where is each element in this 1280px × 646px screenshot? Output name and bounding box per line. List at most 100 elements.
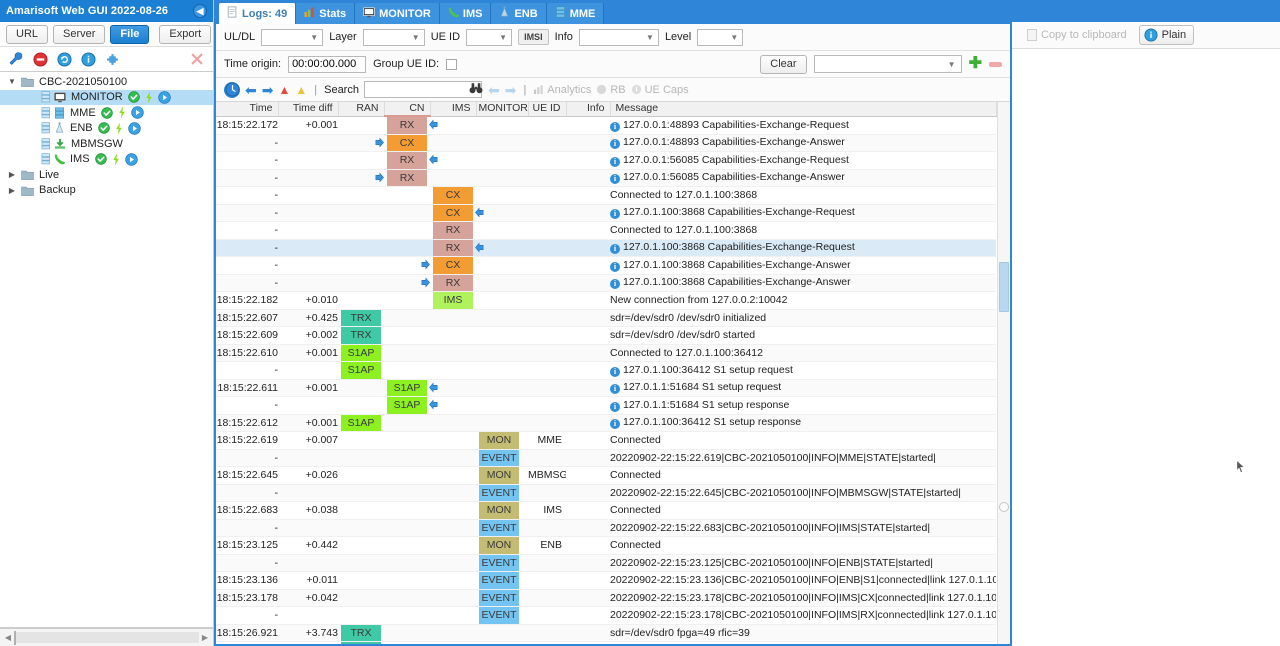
table-row[interactable]: - CX i 127.0.1.100:3868 Capabilities-Exchan… <box>216 256 996 275</box>
export-button[interactable]: Export <box>159 24 212 44</box>
table-row[interactable]: 18:15:22.612 +0.001 S1AP i 127.0.1.100:36412… <box>216 414 996 432</box>
table-row[interactable]: - EVENT 20220902-22:15:22.619|CBC-20210501… <box>216 449 996 467</box>
table-row[interactable]: - RX Connected to 127.0.1.100:3868 <box>216 221 996 240</box>
close-icon[interactable] <box>187 50 207 69</box>
scroll-left-icon[interactable]: ◀ <box>2 633 14 642</box>
config-tree[interactable]: ▼ CBC-2021050100 MONITOR MME ENB MBMSGW IMS ▶ Li… <box>0 72 213 628</box>
error-triangle-icon[interactable]: ▲ <box>278 83 290 97</box>
level-select[interactable]: ▼ <box>697 28 744 46</box>
table-row[interactable]: 18:15:22.609 +0.002 TRX sdr=/dev/sdr0 /dev/… <box>216 326 996 345</box>
table-row[interactable]: - CX Connected to 127.0.1.100:3868 <box>216 186 996 205</box>
analytics-button[interactable]: Analytics <box>533 84 591 96</box>
info-icon[interactable] <box>78 50 98 69</box>
scroll-thumb[interactable] <box>14 631 16 645</box>
preset-select[interactable]: ▼ <box>813 55 962 73</box>
column-header-ran[interactable]: RAN <box>338 102 385 117</box>
column-header-time-diff[interactable]: Time diff <box>278 102 339 117</box>
table-row[interactable]: 18:15:22.619 +0.007 MON MME Connected <box>216 431 996 450</box>
table-row[interactable]: 18:15:22.172 +0.001 RX i 127.0.0.1:48893 Cap… <box>216 116 996 135</box>
column-header-cn[interactable]: CN <box>384 102 431 117</box>
tree-item-mme[interactable]: MME <box>0 105 213 121</box>
table-row[interactable]: 18:15:22.611 +0.001 S1AP i 127.0.1.1:51684 S… <box>216 379 996 397</box>
url-button[interactable]: URL <box>6 24 49 44</box>
chevron-right-icon[interactable]: ▶ <box>6 170 18 179</box>
table-row[interactable]: - S1AP i 127.0.1.1:51684 S1 setup response <box>216 396 996 415</box>
table-row[interactable]: - RX i 127.0.1.100:3868 Capabilities-Exchan… <box>216 274 996 292</box>
tree-item-cbc-2021050100[interactable]: ▼ CBC-2021050100 <box>0 74 213 90</box>
log-table-body[interactable]: 18:15:22.172 +0.001 RX i 127.0.0.1:48893 Cap… <box>216 116 996 644</box>
plus-icon[interactable]: ✚ <box>969 56 982 72</box>
tab-bar[interactable]: Logs: 49 Stats MONITOR IMS ENB MME <box>216 2 1010 24</box>
table-row[interactable]: 18:15:22.645+0.026 MON MBMSGW Connected <box>216 466 996 485</box>
table-row[interactable]: - EVENT 20220902-22:15:22.645|CBC-20210501… <box>216 484 996 502</box>
table-row[interactable]: - CX i 127.0.0.1:48893 Capabilities-Exchang… <box>216 134 996 152</box>
table-row[interactable]: - RX i 127.0.0.1:56085 Capabilities-Exchang… <box>216 169 996 187</box>
scroll-right-icon[interactable]: ▶ <box>199 633 211 642</box>
stop-icon[interactable] <box>30 50 50 69</box>
sidebar-horizontal-scrollbar[interactable]: ◀ ▶ <box>0 628 213 646</box>
uldl-select[interactable]: ▼ <box>261 28 324 46</box>
tab-enb[interactable]: ENB <box>491 3 547 24</box>
file-button[interactable]: File <box>110 24 150 44</box>
column-header-message[interactable]: Message <box>610 102 997 117</box>
table-row[interactable]: 18:15:22.607 +0.425 TRX sdr=/dev/sdr0 /dev/… <box>216 309 996 327</box>
arrow-left-icon[interactable]: ⬅ <box>245 83 257 97</box>
clock-icon[interactable] <box>224 81 240 98</box>
table-row[interactable]: - EVENT 20220902-22:15:22.683|CBC-20210501… <box>216 519 996 537</box>
clear-button[interactable]: Clear <box>760 54 807 74</box>
binoculars-icon[interactable] <box>469 82 483 98</box>
table-row[interactable]: - EVENT 20220902-22:15:23.178|CBC-20210501… <box>216 606 996 625</box>
imsi-button[interactable]: IMSI <box>518 29 549 45</box>
tab-mme[interactable]: MME <box>546 3 605 24</box>
scroll-resize-handle[interactable] <box>999 502 1009 512</box>
tree-item-live[interactable]: ▶ Live <box>0 167 213 183</box>
time-origin-input[interactable] <box>288 55 367 73</box>
tree-item-ims[interactable]: IMS <box>0 152 213 168</box>
tab-ims[interactable]: IMS <box>439 3 492 24</box>
search-next-icon[interactable]: ➡ <box>505 83 517 97</box>
status-play-icon[interactable] <box>124 153 138 166</box>
table-row[interactable]: - EVENT 20220902-22:15:23.125|CBC-20210501… <box>216 554 996 572</box>
refresh-icon[interactable] <box>54 50 74 69</box>
table-row[interactable]: - CX i 127.0.1.100:3868 Capabilities-Exchan… <box>216 204 996 222</box>
copy-to-clipboard-button[interactable]: Copy to clipboard <box>1022 26 1132 44</box>
tab-monitor[interactable]: MONITOR <box>355 3 440 24</box>
table-row[interactable]: 18:15:22.610 +0.001 S1AP Connected to 127.0… <box>216 344 996 362</box>
status-play-icon[interactable] <box>130 106 144 119</box>
table-row[interactable]: 18:15:22.182 +0.010 IMS New connection from… <box>216 291 996 310</box>
plain-button[interactable]: Plain <box>1138 25 1195 45</box>
wrench-icon[interactable] <box>6 50 26 69</box>
info-select[interactable]: ▼ <box>578 28 659 46</box>
table-row[interactable]: 18:15:22.683 +0.038 MON IMS Connected <box>216 501 996 520</box>
table-row[interactable]: 18:15:26.921 +3.743 TRX sdr=/dev/sdr0 fpga=… <box>216 624 996 642</box>
chevron-right-icon[interactable]: ▶ <box>6 186 18 195</box>
tree-item-enb[interactable]: ENB <box>0 121 213 137</box>
plugin-icon[interactable] <box>102 50 122 69</box>
tab-stats[interactable]: Stats <box>296 3 356 24</box>
arrow-right-icon[interactable]: ➡ <box>262 83 274 97</box>
column-header-monitor[interactable]: MONITOR <box>476 102 529 117</box>
status-play-icon[interactable] <box>158 91 171 104</box>
server-button[interactable]: Server <box>53 24 106 44</box>
column-header-ims[interactable]: IMS <box>430 102 477 117</box>
warning-triangle-icon[interactable]: ▲ <box>295 83 307 97</box>
column-header-ue-id[interactable]: UE ID <box>528 102 567 117</box>
rb-button[interactable]: RB <box>596 84 626 96</box>
log-vertical-scrollbar[interactable] <box>997 102 1010 644</box>
scroll-track[interactable] <box>14 631 199 645</box>
minus-icon[interactable] <box>989 61 1002 67</box>
tree-item-monitor[interactable]: MONITOR <box>0 89 213 105</box>
column-header-time[interactable]: Time <box>216 102 279 117</box>
chevron-down-icon[interactable]: ▼ <box>6 77 18 86</box>
column-header-info[interactable]: Info <box>566 102 611 117</box>
table-row[interactable]: 18:15:23.125 +0.442 MON ENB Connected <box>216 536 996 555</box>
table-row[interactable]: 18:15:23.178 +0.042 EVENT 20220902-22:15:23… <box>216 589 996 607</box>
tree-item-mbmsgw[interactable]: MBMSGW <box>0 136 213 152</box>
search-input[interactable] <box>363 81 482 98</box>
status-play-icon[interactable] <box>127 122 141 135</box>
tree-item-backup[interactable]: ▶ Backup <box>0 183 213 199</box>
group-ueid-checkbox[interactable] <box>446 58 458 70</box>
table-row[interactable]: - S1AP i 127.0.1.100:36412 S1 setup request <box>216 361 996 380</box>
table-row[interactable]: - RX i 127.0.0.1:56085 Capabilities-Exchang… <box>216 151 996 170</box>
tab-logs-49[interactable]: Logs: 49 <box>219 3 297 24</box>
